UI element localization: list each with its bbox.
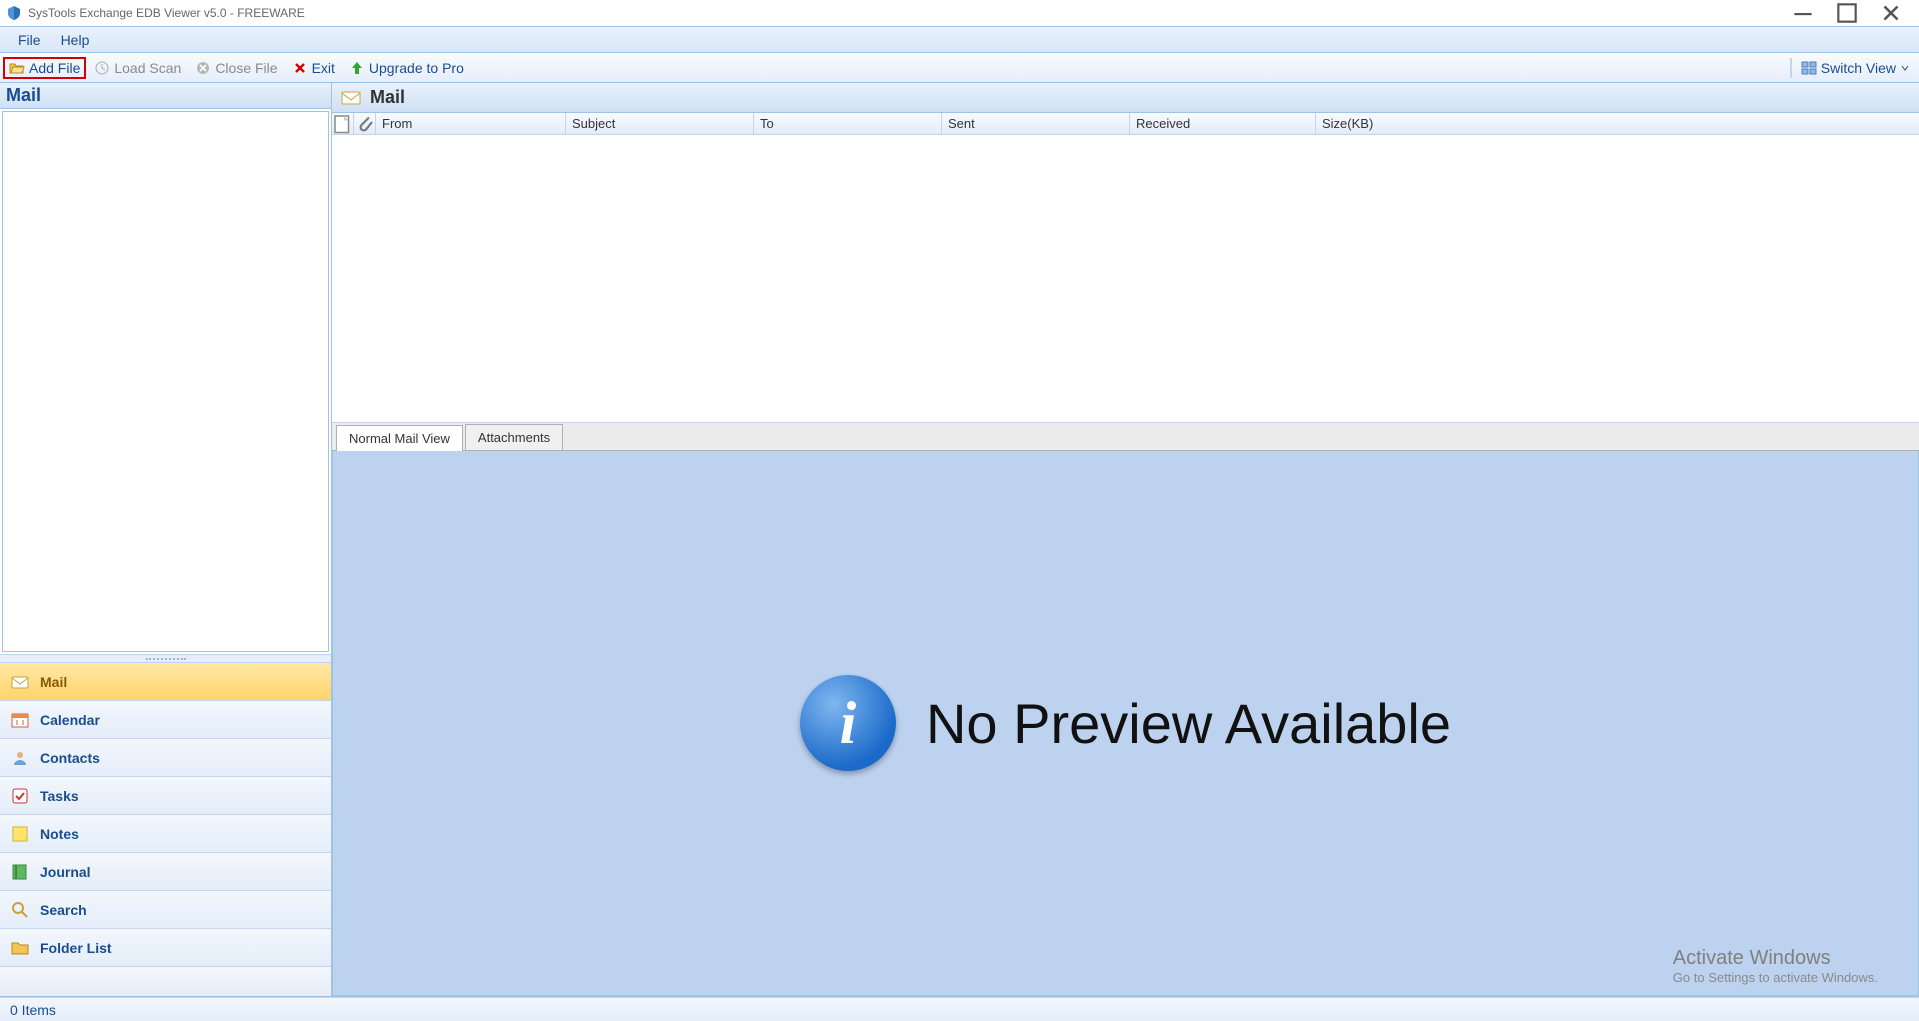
tab-normal-view[interactable]: Normal Mail View — [336, 425, 463, 451]
main: Mail Mail Calendar Contacts Tasks Not — [0, 83, 1919, 997]
nav-journal[interactable]: Journal — [0, 852, 331, 890]
upgrade-label: Upgrade to Pro — [369, 60, 464, 76]
col-to[interactable]: To — [754, 113, 942, 134]
grid-body[interactable] — [332, 135, 1919, 423]
nav-tasks-label: Tasks — [40, 788, 79, 804]
close-file-icon — [195, 60, 211, 76]
journal-icon — [10, 862, 30, 882]
menubar: File Help — [0, 26, 1919, 53]
app-icon — [6, 5, 22, 21]
chevron-down-icon — [1900, 60, 1910, 76]
upgrade-icon — [349, 60, 365, 76]
mail-icon — [10, 672, 30, 692]
tasks-icon — [10, 786, 30, 806]
close-button[interactable] — [1869, 0, 1913, 26]
folder-icon — [10, 938, 30, 958]
exit-icon — [292, 60, 308, 76]
add-file-button[interactable]: Add File — [3, 57, 86, 79]
exit-label: Exit — [312, 60, 335, 76]
nav-list: Mail Calendar Contacts Tasks Notes Journ… — [0, 662, 331, 966]
nav-search-label: Search — [40, 902, 87, 918]
exit-button[interactable]: Exit — [286, 57, 341, 79]
upgrade-button[interactable]: Upgrade to Pro — [343, 57, 470, 79]
switch-view-label: Switch View — [1821, 60, 1896, 76]
contacts-icon — [10, 748, 30, 768]
tab-attachments[interactable]: Attachments — [465, 424, 563, 450]
nav-notes[interactable]: Notes — [0, 814, 331, 852]
nav-contacts[interactable]: Contacts — [0, 738, 331, 776]
statusbar: 0 Items — [0, 997, 1919, 1021]
add-file-label: Add File — [29, 60, 80, 76]
col-from[interactable]: From — [376, 113, 566, 134]
nav-folder-list[interactable]: Folder List — [0, 928, 331, 966]
watermark-line1: Activate Windows — [1673, 947, 1878, 970]
calendar-icon — [10, 710, 30, 730]
col-received[interactable]: Received — [1130, 113, 1316, 134]
grid-header: From Subject To Sent Received Size(KB) — [332, 113, 1919, 135]
col-item-icon[interactable] — [332, 113, 354, 134]
close-file-label: Close File — [215, 60, 277, 76]
col-attachment-icon[interactable] — [354, 113, 376, 134]
window-title: SysTools Exchange EDB Viewer v5.0 - FREE… — [28, 6, 1781, 20]
right-header: Mail — [332, 83, 1919, 113]
maximize-button[interactable] — [1825, 0, 1869, 26]
nav-folder-list-label: Folder List — [40, 940, 112, 956]
folder-tree[interactable] — [2, 111, 329, 652]
switch-view-button[interactable]: Switch View — [1795, 57, 1916, 79]
nav-notes-label: Notes — [40, 826, 79, 842]
menu-help[interactable]: Help — [51, 29, 100, 51]
preview-message: No Preview Available — [926, 691, 1451, 756]
minimize-button[interactable] — [1781, 0, 1825, 26]
nav-journal-label: Journal — [40, 864, 91, 880]
preview-pane: i No Preview Available Activate Windows … — [332, 451, 1919, 996]
nav-tasks[interactable]: Tasks — [0, 776, 331, 814]
folder-open-icon — [9, 60, 25, 76]
nav-contacts-label: Contacts — [40, 750, 100, 766]
right-header-label: Mail — [370, 87, 405, 108]
close-file-button[interactable]: Close File — [189, 57, 283, 79]
watermark-line2: Go to Settings to activate Windows. — [1673, 970, 1878, 985]
toolbar: Add File Load Scan Close File Exit Upgra… — [0, 53, 1919, 83]
info-icon: i — [800, 675, 896, 771]
load-scan-button[interactable]: Load Scan — [88, 57, 187, 79]
load-scan-icon — [94, 60, 110, 76]
switch-view-icon — [1801, 60, 1817, 76]
nav-mail-label: Mail — [40, 674, 67, 690]
preview-tabbar: Normal Mail View Attachments — [332, 423, 1919, 451]
left-panel: Mail Mail Calendar Contacts Tasks Not — [0, 83, 332, 996]
nav-footer — [0, 966, 331, 996]
nav-mail[interactable]: Mail — [0, 662, 331, 700]
menu-file[interactable]: File — [8, 29, 51, 51]
status-items: 0 Items — [10, 1002, 56, 1018]
col-sent[interactable]: Sent — [942, 113, 1130, 134]
load-scan-label: Load Scan — [114, 60, 181, 76]
window-controls — [1781, 0, 1913, 26]
col-size[interactable]: Size(KB) — [1316, 113, 1919, 134]
windows-watermark: Activate Windows Go to Settings to activ… — [1673, 947, 1878, 985]
nav-calendar-label: Calendar — [40, 712, 100, 728]
col-subject[interactable]: Subject — [566, 113, 754, 134]
right-panel: Mail From Subject To Sent Received Size(… — [332, 83, 1919, 996]
nav-calendar[interactable]: Calendar — [0, 700, 331, 738]
search-icon — [10, 900, 30, 920]
notes-icon — [10, 824, 30, 844]
splitter-gripper[interactable] — [0, 654, 331, 662]
mail-header-icon — [340, 87, 362, 109]
left-panel-header: Mail — [0, 83, 331, 109]
nav-search[interactable]: Search — [0, 890, 331, 928]
titlebar: SysTools Exchange EDB Viewer v5.0 - FREE… — [0, 0, 1919, 26]
